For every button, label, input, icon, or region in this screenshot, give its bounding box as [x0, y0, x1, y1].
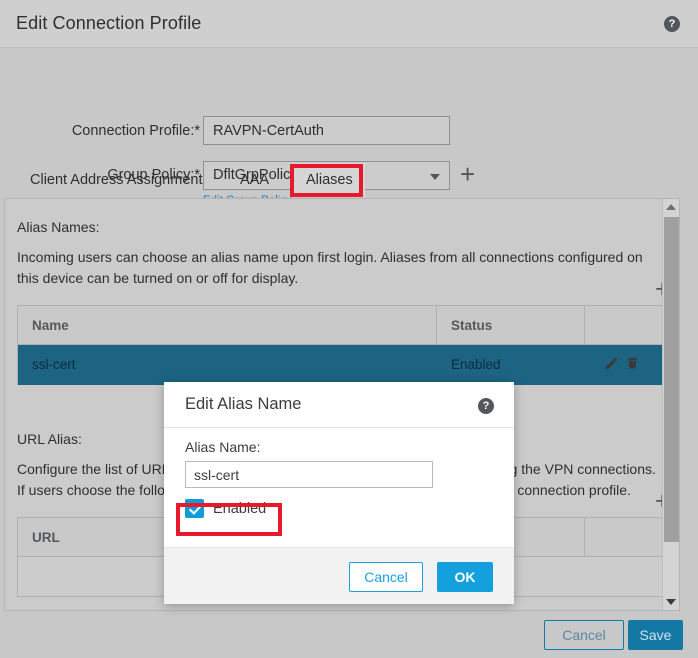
scroll-down-icon[interactable] — [663, 594, 679, 610]
save-button[interactable]: Save — [628, 620, 683, 650]
alias-row-status: Enabled — [437, 345, 584, 385]
alias-names-table: Name Status ssl-cert Enabled — [17, 305, 665, 385]
tab-aliases[interactable]: Aliases — [294, 163, 365, 197]
modal-cancel-button[interactable]: Cancel — [349, 562, 423, 592]
alias-column-status: Status — [437, 306, 584, 345]
enabled-checkbox[interactable] — [185, 499, 204, 518]
connection-profile-input[interactable] — [203, 116, 450, 145]
tab-client-address-assignment[interactable]: Client Address Assignment — [18, 163, 214, 197]
alias-row-name: ssl-cert — [18, 345, 436, 385]
alias-column-name: Name — [18, 306, 436, 345]
alias-name-input[interactable] — [185, 461, 433, 488]
modal-body: Alias Name: Enabled — [164, 429, 514, 547]
delete-trash-icon[interactable] — [625, 356, 640, 371]
alias-names-description: Incoming users can choose an alias name … — [17, 247, 657, 289]
connection-profile-label: Connection Profile:* — [20, 123, 200, 139]
alias-table-header: Name Status — [18, 306, 664, 345]
enabled-checkbox-row[interactable]: Enabled — [185, 499, 266, 518]
tab-bar: Client Address Assignment AAA Aliases — [0, 163, 698, 197]
enabled-checkbox-label: Enabled — [213, 501, 266, 517]
modal-header: Edit Alias Name ? — [164, 382, 514, 428]
alias-names-label: Alias Names: — [17, 219, 99, 235]
edit-alias-name-dialog: Edit Alias Name ? Alias Name: Enabled Ca… — [164, 382, 514, 604]
modal-help-icon[interactable]: ? — [478, 398, 494, 414]
scrollbar-thumb[interactable] — [664, 217, 679, 542]
row-action-group — [604, 356, 640, 371]
url-alias-label: URL Alias: — [17, 431, 82, 447]
modal-title: Edit Alias Name — [185, 395, 301, 414]
tab-aaa[interactable]: AAA — [228, 163, 281, 197]
page-title: Edit Connection Profile — [16, 13, 201, 34]
alias-name-label: Alias Name: — [185, 439, 260, 455]
modal-ok-button[interactable]: OK — [437, 562, 493, 592]
panel-scrollbar[interactable] — [662, 199, 679, 610]
dialog-title-bar: Edit Connection Profile ? — [0, 0, 698, 48]
scroll-up-icon[interactable] — [663, 199, 679, 215]
cancel-button[interactable]: Cancel — [544, 620, 624, 650]
modal-footer: Cancel OK — [164, 547, 514, 604]
table-row[interactable]: ssl-cert Enabled — [18, 345, 664, 385]
edit-pencil-icon[interactable] — [604, 356, 619, 371]
help-icon[interactable]: ? — [664, 16, 680, 32]
edit-connection-profile-dialog: Edit Connection Profile ? Connection Pro… — [0, 0, 698, 658]
dialog-action-bar: Cancel Save — [0, 611, 698, 658]
